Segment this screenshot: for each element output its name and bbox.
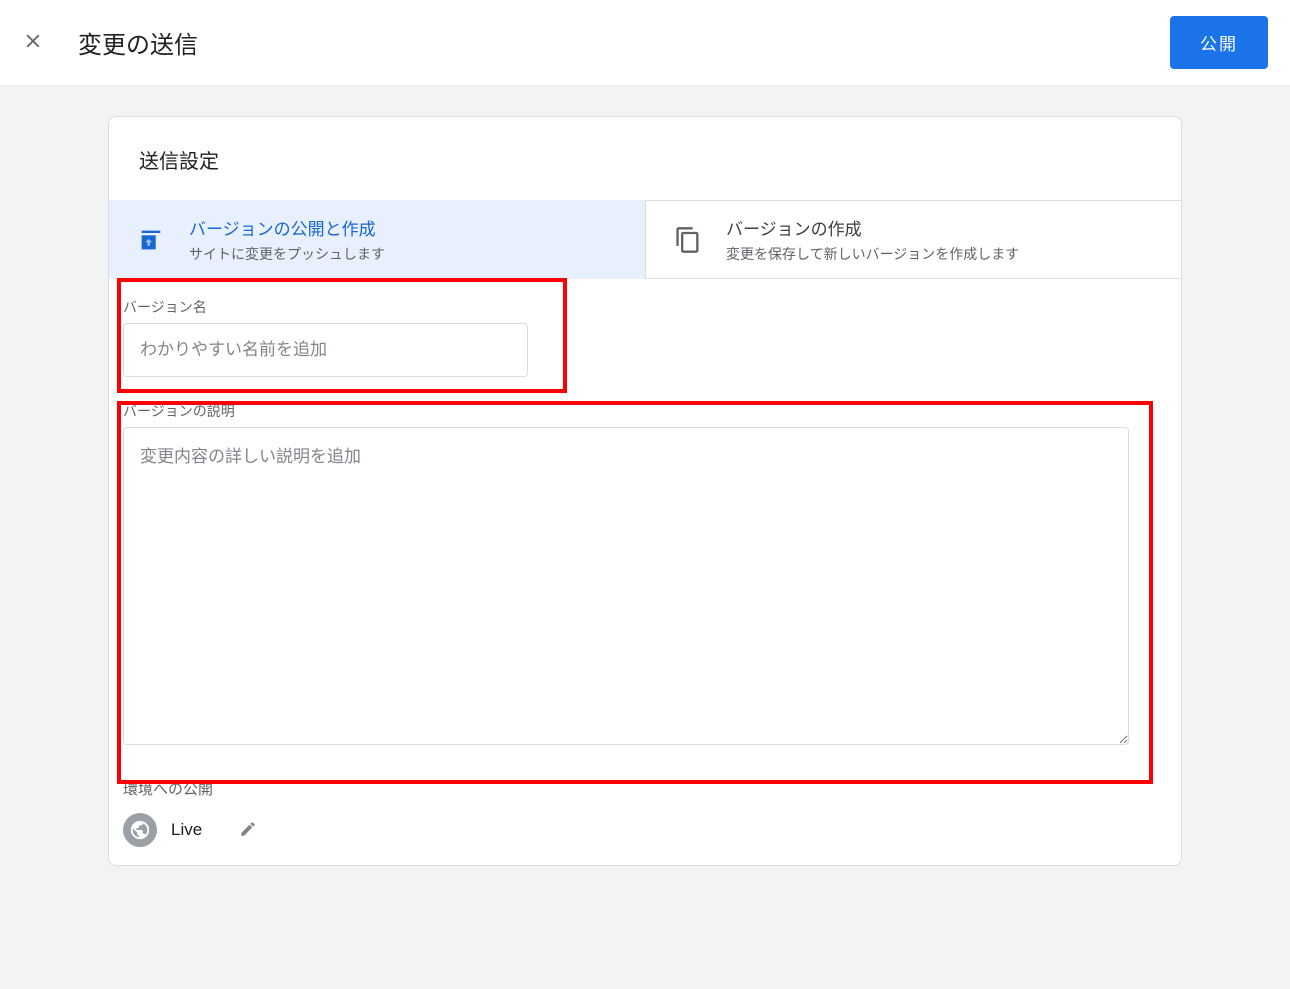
tab-text-wrap: バージョンの公開と作成 サイトに変更をプッシュします [189, 215, 385, 264]
globe-icon [123, 813, 157, 847]
copy-icon [674, 226, 702, 254]
version-name-field: バージョン名 [123, 289, 1167, 385]
publish-upload-icon [137, 226, 165, 254]
environment-name: Live [171, 820, 221, 840]
tab-publish-and-create[interactable]: バージョンの公開と作成 サイトに変更をプッシュします [109, 200, 645, 279]
environment-section: 環境への公開 Live [109, 758, 1181, 847]
tab-desc: サイトに変更をプッシュします [189, 244, 385, 264]
publish-button[interactable]: 公開 [1170, 16, 1268, 69]
version-desc-input[interactable] [123, 427, 1129, 745]
tab-create-version[interactable]: バージョンの作成 変更を保存して新しいバージョンを作成します [645, 200, 1181, 279]
version-desc-field: バージョンの説明 [123, 385, 1167, 758]
version-desc-label: バージョンの説明 [123, 401, 1167, 421]
tab-text-wrap: バージョンの作成 変更を保存して新しいバージョンを作成します [726, 215, 1019, 264]
dialog-title: 変更の送信 [78, 25, 198, 60]
tab-title: バージョンの公開と作成 [189, 215, 385, 240]
tab-desc: 変更を保存して新しいバージョンを作成します [726, 244, 1019, 264]
close-button[interactable] [18, 26, 48, 59]
dialog-header: 変更の送信 公開 [0, 0, 1290, 86]
page-body: 送信設定 バージョンの公開と作成 サイトに変更をプッシュします バージョンの作成… [0, 86, 1290, 989]
version-name-input[interactable] [123, 323, 528, 377]
form-section: バージョン名 バージョンの説明 [109, 279, 1181, 758]
pencil-icon [239, 820, 257, 841]
card-title: 送信設定 [109, 117, 1181, 200]
close-icon [22, 30, 44, 55]
header-left: 変更の送信 [18, 25, 198, 60]
tab-title: バージョンの作成 [726, 215, 1019, 240]
edit-environment-button[interactable] [235, 816, 261, 845]
environment-label: 環境への公開 [123, 778, 1167, 799]
action-tabs: バージョンの公開と作成 サイトに変更をプッシュします バージョンの作成 変更を保… [109, 200, 1181, 279]
version-name-label: バージョン名 [123, 297, 1167, 317]
environment-row: Live [123, 813, 1167, 847]
submission-card: 送信設定 バージョンの公開と作成 サイトに変更をプッシュします バージョンの作成… [108, 116, 1182, 866]
